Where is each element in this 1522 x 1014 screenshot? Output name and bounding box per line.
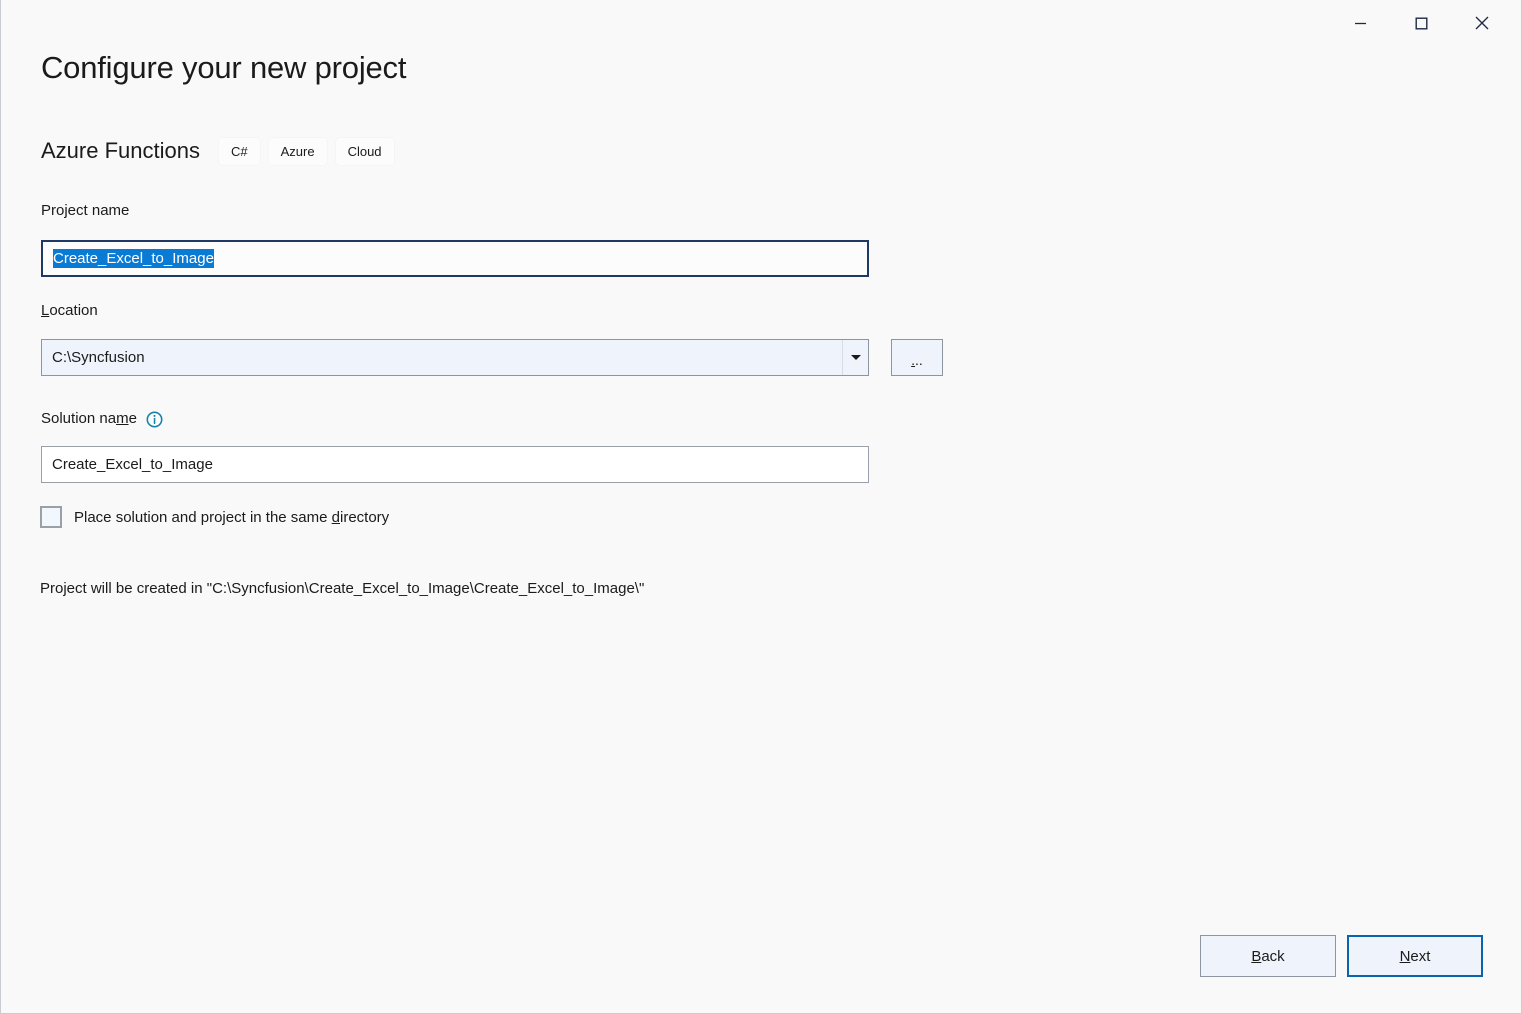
maximize-icon	[1415, 17, 1428, 30]
minimize-icon	[1354, 17, 1367, 30]
solution-name-label: Solution name	[41, 410, 163, 427]
solution-name-label-accesskey: m	[116, 410, 129, 427]
solution-name-value: Create_Excel_to_Image	[52, 456, 213, 473]
close-button[interactable]	[1459, 7, 1505, 39]
back-button[interactable]: Back	[1200, 935, 1336, 977]
location-label-text: ocation	[49, 302, 97, 319]
same-directory-checkbox[interactable]	[40, 506, 62, 528]
back-button-accesskey: B	[1251, 948, 1261, 965]
tag-platform: Azure	[269, 138, 327, 165]
location-combobox[interactable]: C:\Syncfusion	[41, 339, 869, 376]
same-directory-checkbox-row[interactable]: Place solution and project in the same d…	[40, 506, 389, 528]
project-name-input[interactable]: Create_Excel_to_Image	[41, 240, 869, 277]
tag-project-type: Cloud	[336, 138, 394, 165]
browse-location-button[interactable]: ...	[891, 339, 943, 376]
project-path-note: Project will be created in "C:\Syncfusio…	[40, 580, 644, 597]
dialog-footer: Back Next	[1200, 935, 1483, 977]
title-bar	[1, 0, 1521, 46]
location-label: Location	[41, 302, 98, 319]
same-directory-label-post: irectory	[340, 509, 389, 526]
project-name-value: Create_Excel_to_Image	[53, 249, 214, 268]
solution-name-label-post: e	[129, 410, 137, 427]
solution-name-label-pre: Solution na	[41, 410, 116, 427]
same-directory-label: Place solution and project in the same d…	[74, 509, 389, 526]
chevron-down-icon[interactable]	[842, 340, 868, 375]
project-name-label: Project name	[41, 202, 129, 219]
back-button-label: ack	[1261, 948, 1284, 965]
page-title: Configure your new project	[41, 50, 406, 86]
template-summary: Azure Functions C# Azure Cloud	[41, 134, 403, 168]
solution-name-input[interactable]: Create_Excel_to_Image	[41, 446, 869, 483]
same-directory-label-pre: Place solution and project in the same	[74, 509, 332, 526]
next-button[interactable]: Next	[1347, 935, 1483, 977]
info-icon[interactable]	[146, 411, 163, 428]
location-value: C:\Syncfusion	[42, 349, 842, 366]
same-directory-label-accesskey: d	[332, 509, 340, 526]
browse-button-label: ..	[915, 352, 923, 368]
minimize-button[interactable]	[1337, 7, 1383, 39]
next-button-label: ext	[1410, 948, 1430, 965]
configure-project-dialog: Configure your new project Azure Functio…	[0, 0, 1522, 1014]
close-icon	[1475, 16, 1489, 30]
next-button-accesskey: N	[1400, 948, 1411, 965]
tag-language: C#	[219, 138, 260, 165]
template-name: Azure Functions	[41, 138, 200, 164]
maximize-button[interactable]	[1398, 7, 1444, 39]
